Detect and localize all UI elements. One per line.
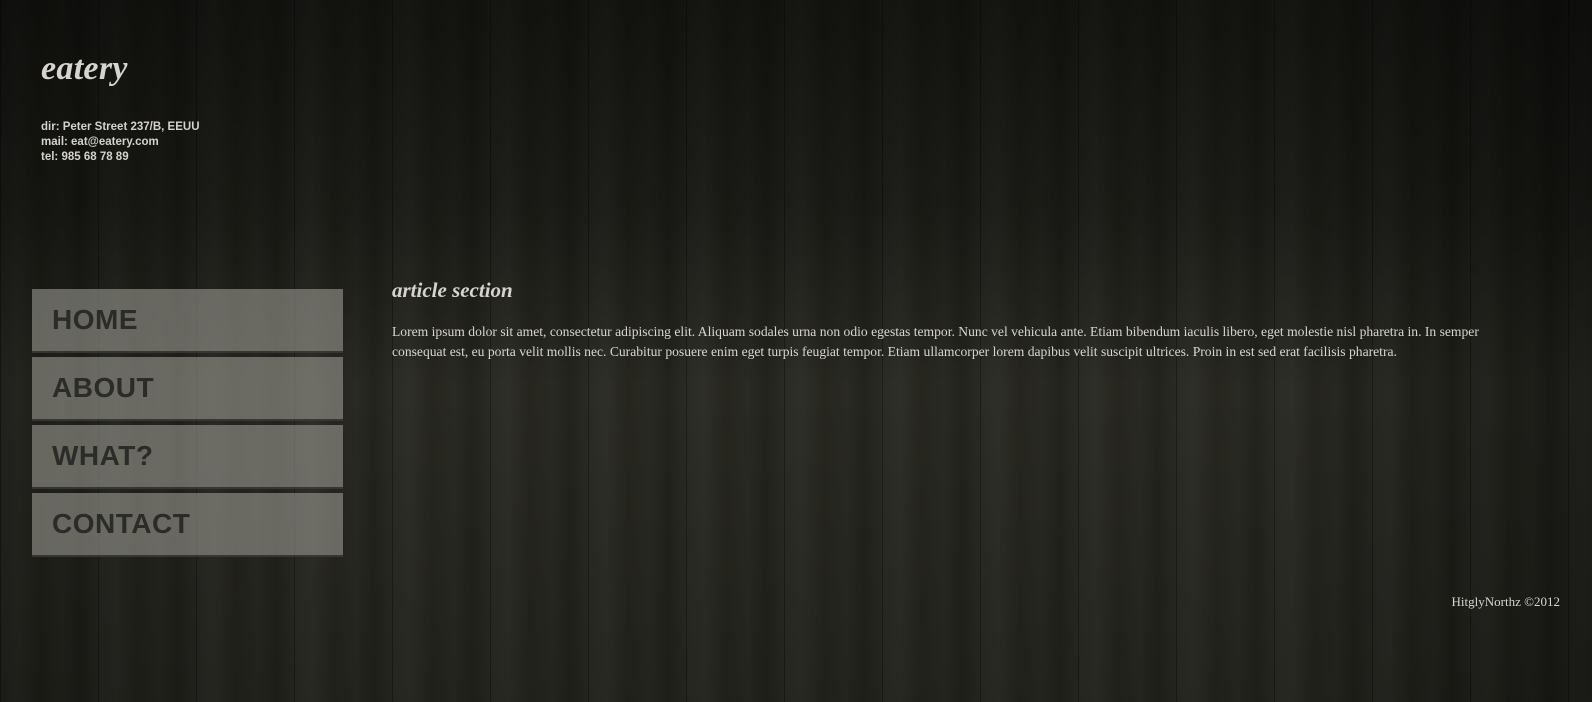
article-title: article section [392, 278, 513, 302]
nav-item-contact[interactable]: CONTACT [32, 493, 343, 557]
contact-info: dir: Peter Street 237/B, EEUU mail: eat@… [41, 120, 200, 165]
nav-item-home[interactable]: HOME [32, 289, 343, 353]
copyright-text: HitglyNorthz ©2012 [1451, 594, 1560, 609]
nav-item-label: ABOUT [52, 372, 155, 403]
nav-item-about[interactable]: ABOUT [32, 357, 343, 421]
article-section: article section Lorem ipsum dolor sit am… [392, 278, 1487, 362]
mail-text: mail: eat@eatery.com [41, 136, 159, 148]
address-text: dir: Peter Street 237/B, EEUU [41, 121, 200, 133]
nav-item-label: WHAT? [52, 440, 154, 471]
phone-text: tel: 985 68 78 89 [41, 151, 129, 163]
site-logo[interactable]: eatery [41, 50, 128, 88]
nav-item-label: CONTACT [52, 508, 191, 539]
nav-item-label: HOME [52, 304, 138, 335]
main-nav: HOME ABOUT WHAT? CONTACT [32, 289, 343, 561]
nav-item-what[interactable]: WHAT? [32, 425, 343, 489]
article-body: Lorem ipsum dolor sit amet, consectetur … [392, 324, 1479, 359]
